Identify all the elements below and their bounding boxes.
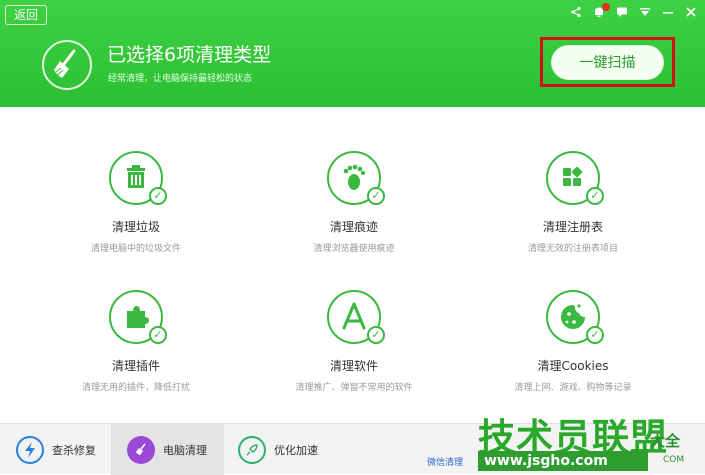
page-subtitle: 经常清理，让电脑保持最轻松的状态 [108,74,253,84]
card-clean-registry[interactable]: ✓ 清理注册表 清理无效的注册表项目 [463,147,683,277]
broom-icon [42,40,92,90]
check-icon: ✓ [586,187,604,205]
check-icon: ✓ [367,326,385,344]
card-clean-cookies[interactable]: ✓ 清理Cookies 清理上网、游戏、购物等记录 [463,286,683,416]
nav-label: 查杀修复 [52,443,96,457]
lightning-icon [16,435,44,464]
share-icon[interactable] [570,6,582,20]
nav-scan-repair[interactable]: 查杀修复 [16,424,111,475]
plugin-icon: ✓ [109,290,167,344]
card-title: 清理软件 [329,359,378,373]
nav-label: 优化加速 [274,443,318,457]
bottom-nav-bar: 查杀修复 电脑清理 优化加速 微信清理 技术员联盟 www.jsgho.com … [0,416,705,475]
menu-icon[interactable] [639,6,651,20]
card-clean-plugins[interactable]: ✓ 清理插件 清理无用的插件，降低打扰 [26,286,246,416]
card-description: 清理推广、弹窗不常用的软件 [295,383,413,393]
card-description: 清理无用的插件，降低打扰 [81,383,190,393]
header-bar: 返回 已选择6项清理类型 经常清理，让电脑保持最轻松的状态 一键扫描 [0,0,705,107]
close-icon[interactable] [685,6,697,20]
one-click-scan-button[interactable]: 一键扫描 [551,45,664,80]
card-description: 清理上网、游戏、购物等记录 [514,383,632,393]
minimize-icon[interactable] [662,6,674,20]
card-clean-junk[interactable]: ✓ 清理垃圾 清理电脑中的垃圾文件 [26,147,246,277]
back-button[interactable]: 返回 [5,5,47,25]
trash-icon: ✓ [109,151,167,205]
check-icon: ✓ [586,326,604,344]
card-clean-traces[interactable]: ✓ 清理痕迹 清理浏览器使用痕迹 [244,147,464,277]
notification-badge [602,3,610,11]
card-title: 清理插件 [111,359,160,373]
cookie-icon: ✓ [546,290,604,344]
nav-computer-cleanup[interactable]: 电脑清理 [111,424,224,475]
notification-icon[interactable] [593,3,610,20]
software-icon: ✓ [327,290,385,344]
registry-icon: ✓ [546,151,604,205]
watermark-url: www.jsgho.com [478,451,648,471]
card-title: 清理注册表 [542,220,603,234]
footprint-icon: ✓ [327,151,385,205]
card-description: 清理电脑中的垃圾文件 [90,244,181,254]
card-description: 清理无效的注册表项目 [527,244,618,254]
check-icon: ✓ [367,187,385,205]
wechat-cleanup-link[interactable]: 微信清理 [427,455,463,468]
window-controls [570,3,697,20]
chat-icon[interactable] [616,6,628,20]
card-description: 清理浏览器使用痕迹 [313,244,395,254]
nav-optimize-speed[interactable]: 优化加速 [238,424,338,475]
card-title: 清理痕迹 [329,220,378,234]
card-clean-software[interactable]: ✓ 清理软件 清理推广、弹窗不常用的软件 [244,286,464,416]
watermark-side-small: COM [663,455,685,465]
check-icon: ✓ [149,187,167,205]
nav-label: 电脑清理 [163,443,207,457]
broom-icon [127,435,155,464]
card-title: 清理垃圾 [111,220,160,234]
rocket-icon [238,435,266,464]
card-title: 清理Cookies [537,359,609,373]
check-icon: ✓ [149,326,167,344]
watermark-side-text: 大全 [650,432,681,450]
cleanup-options-grid: ✓ 清理垃圾 清理电脑中的垃圾文件 ✓ 清理痕迹 清理浏览器使用痕迹 ✓ 清理注… [0,107,705,423]
page-title: 已选择6项清理类型 [107,44,272,66]
